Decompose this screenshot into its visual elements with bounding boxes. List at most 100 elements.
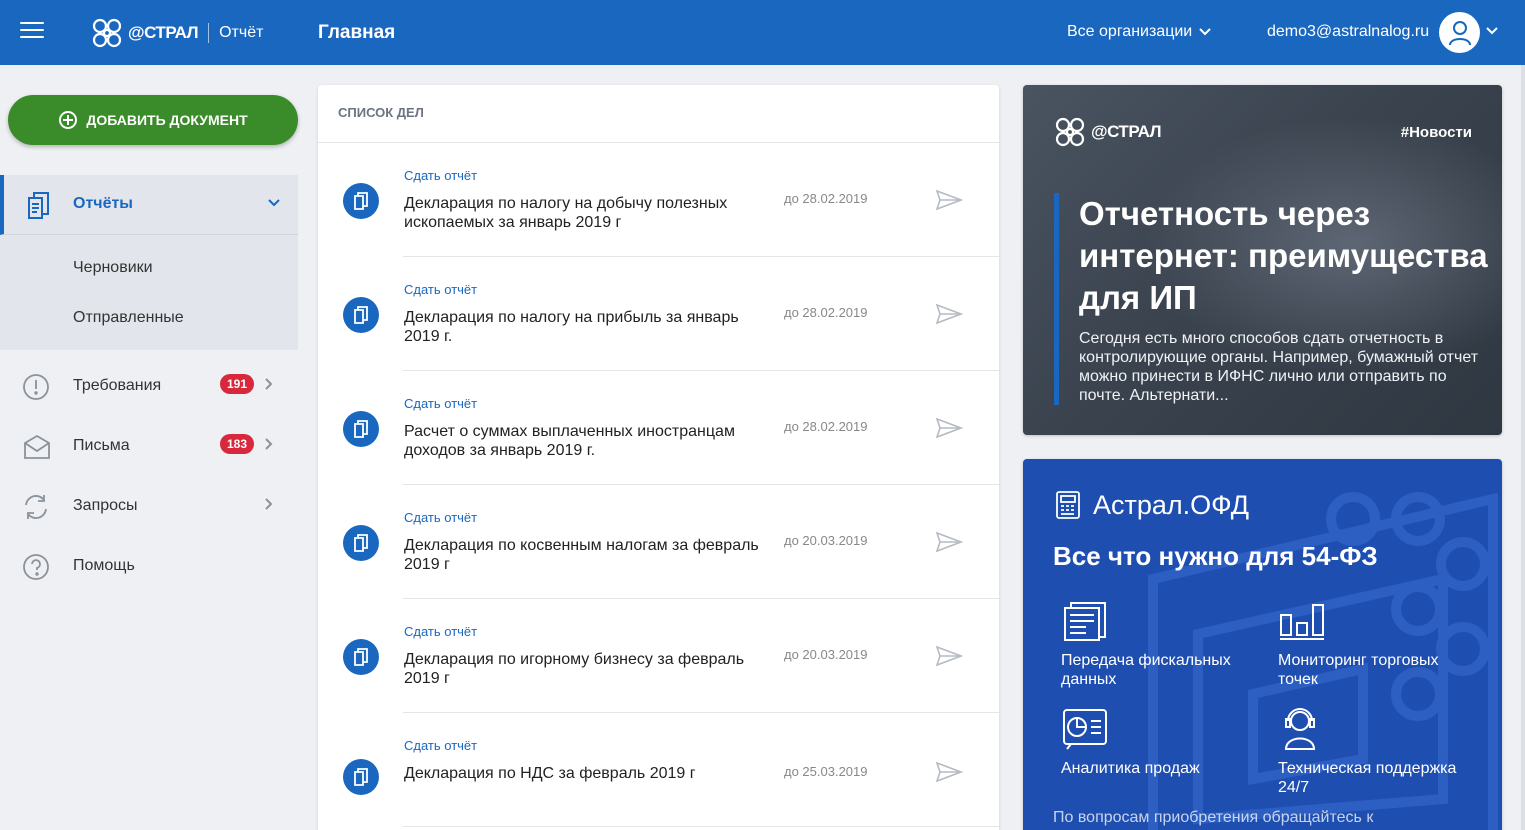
task-due-date: до 28.02.2019 (784, 305, 868, 320)
task-row[interactable]: Сдать отчёт Декларация по налогу на прибы… (318, 257, 999, 371)
avatar[interactable] (1439, 12, 1480, 53)
user-email[interactable]: demo3@astralnalog.ru (1267, 23, 1429, 41)
task-name: Декларация по налогу на добычу полезных … (404, 195, 728, 231)
task-list-title: СПИСОК ДЕЛ (318, 85, 999, 143)
analytics-icon (1063, 709, 1107, 750)
product-name: Отчёт (219, 24, 264, 41)
chevron-right-icon (265, 438, 273, 450)
chevron-down-icon (268, 199, 280, 207)
ofd-brand-name: Астрал.ОФД (1093, 489, 1250, 520)
task-list: СПИСОК ДЕЛ Сдать отчёт Декларация по нало… (318, 85, 999, 830)
page-scrollbar[interactable] (1521, 65, 1525, 830)
astral-logo[interactable]: @СТРАЛ Отчёт (90, 15, 263, 51)
plus-circle-icon (59, 111, 78, 129)
news-logo: @СТРАЛ (1053, 115, 1162, 149)
feature-label: Мониторинг торговых точек (1278, 652, 1439, 688)
feature-fiscal-data: Передача фискальных данных (1061, 599, 1261, 689)
report-document-icon (343, 525, 379, 561)
newspaper-icon (1064, 602, 1106, 641)
news-text: Сегодня есть много способов сдать отчетн… (1079, 330, 1479, 404)
task-due-date: до 20.03.2019 (784, 647, 868, 662)
ofd-brand: Астрал.ОФД (1053, 489, 1249, 521)
requirements-count-badge: 191 (220, 374, 254, 394)
news-logo-text: @СТРАЛ (1091, 122, 1162, 141)
sidebar-item-label: Отчёты (73, 195, 133, 212)
sidebar-group-reports: Отчёты Черновики Отправленные (0, 175, 298, 350)
task-due-date: до 25.03.2019 (784, 764, 868, 779)
chevron-down-icon[interactable] (1485, 26, 1499, 36)
task-name: Декларация по налогу на прибыль за январ… (404, 309, 739, 345)
send-icon[interactable] (935, 303, 963, 325)
support-operator-icon (1284, 708, 1316, 750)
sidebar-item-queries[interactable]: Запросы (0, 477, 298, 537)
feature-label: Аналитика продаж (1061, 760, 1200, 777)
ofd-promo-card[interactable]: Астрал.ОФД Все что нужно для 54-ФЗ Перед… (1023, 459, 1502, 830)
news-accent-bar (1054, 193, 1059, 405)
report-document-icon (343, 759, 379, 795)
ofd-footer-text: По вопросам приобретения обращайтесь к (1053, 809, 1374, 826)
task-row[interactable]: Сдать отчёт Декларация по НДС за февраль … (318, 713, 999, 827)
task-row[interactable]: Сдать отчёт Декларация по косвенным налог… (318, 485, 999, 599)
feature-label: Передача фискальных данных (1061, 652, 1231, 688)
task-name: Декларация по косвенным налогам за февра… (404, 537, 759, 573)
sidebar-item-reports[interactable]: Отчёты (0, 175, 298, 235)
send-icon[interactable] (935, 645, 963, 667)
organization-select[interactable]: Все организации (1067, 23, 1212, 41)
task-due-date: до 28.02.2019 (784, 191, 868, 206)
astral-emblem-icon (92, 18, 122, 48)
task-due-date: до 20.03.2019 (784, 533, 868, 548)
cash-register-icon (1056, 491, 1080, 519)
task-due-date: до 28.02.2019 (784, 419, 868, 434)
task-name: Декларация по игорному бизнесу за феврал… (404, 651, 745, 687)
chevron-right-icon (265, 498, 273, 510)
news-title: Отчетность через интернет: преимущества … (1079, 195, 1488, 316)
task-row[interactable]: Сдать отчёт Расчет о суммах выплаченных и… (318, 371, 999, 485)
question-circle-icon (23, 554, 49, 580)
task-type-link[interactable]: Сдать отчёт (404, 168, 477, 183)
news-card[interactable]: @СТРАЛ #Новости Отчетность через интерне… (1023, 85, 1502, 435)
task-type-link[interactable]: Сдать отчёт (404, 624, 477, 639)
sidebar-item-label: Требования (73, 377, 162, 394)
sidebar-item-sent[interactable]: Отправленные (73, 309, 184, 327)
sidebar-item-drafts[interactable]: Черновики (73, 259, 153, 277)
news-tag: #Новости (1400, 124, 1472, 141)
task-row[interactable]: Сдать отчёт Декларация по налогу на добыч… (318, 143, 999, 257)
menu-icon[interactable] (20, 22, 44, 40)
document-icon (28, 192, 49, 219)
report-document-icon (343, 639, 379, 675)
send-icon[interactable] (935, 531, 963, 553)
ofd-headline: Все что нужно для 54-ФЗ (1053, 541, 1378, 571)
task-type-link[interactable]: Сдать отчёт (404, 282, 477, 297)
sidebar-item-label: Запросы (73, 497, 138, 514)
send-icon[interactable] (935, 189, 963, 211)
add-document-label: ДОБАВИТЬ ДОКУМЕНТ (86, 112, 248, 128)
sidebar-item-letters[interactable]: Письма 183 (0, 417, 298, 477)
sidebar-item-label: Помощь (73, 557, 135, 574)
bar-chart-icon (1280, 604, 1324, 640)
user-icon (1448, 20, 1471, 45)
send-icon[interactable] (935, 417, 963, 439)
sidebar-item-requirements[interactable]: Требования 191 (0, 357, 298, 417)
refresh-icon (25, 495, 47, 519)
task-name: Расчет о суммах выплаченных иностранцам … (404, 423, 735, 459)
task-row[interactable]: Сдать отчёт Декларация по игорному бизнес… (318, 599, 999, 713)
top-bar: @СТРАЛ Отчёт Главная Все организации dem… (0, 0, 1525, 65)
report-document-icon (343, 183, 379, 219)
page-title: Главная (318, 22, 396, 43)
exclamation-circle-icon (23, 374, 49, 400)
task-type-link[interactable]: Сдать отчёт (404, 510, 477, 525)
sidebar-item-help[interactable]: Помощь (0, 537, 298, 597)
report-document-icon (343, 411, 379, 447)
astral-emblem-icon (1055, 117, 1085, 147)
feature-monitoring: Мониторинг торговых точек (1278, 599, 1478, 689)
feature-sales-analytics: Аналитика продаж (1061, 707, 1261, 778)
send-icon[interactable] (935, 761, 963, 783)
task-type-link[interactable]: Сдать отчёт (404, 738, 477, 753)
add-document-button[interactable]: ДОБАВИТЬ ДОКУМЕНТ (8, 95, 298, 145)
sidebar-item-label: Письма (73, 437, 130, 454)
logo-separator (208, 23, 210, 43)
feature-support: Техническая поддержка 24/7 (1278, 707, 1478, 797)
letters-count-badge: 183 (220, 434, 254, 454)
chevron-right-icon (265, 378, 273, 390)
task-type-link[interactable]: Сдать отчёт (404, 396, 477, 411)
